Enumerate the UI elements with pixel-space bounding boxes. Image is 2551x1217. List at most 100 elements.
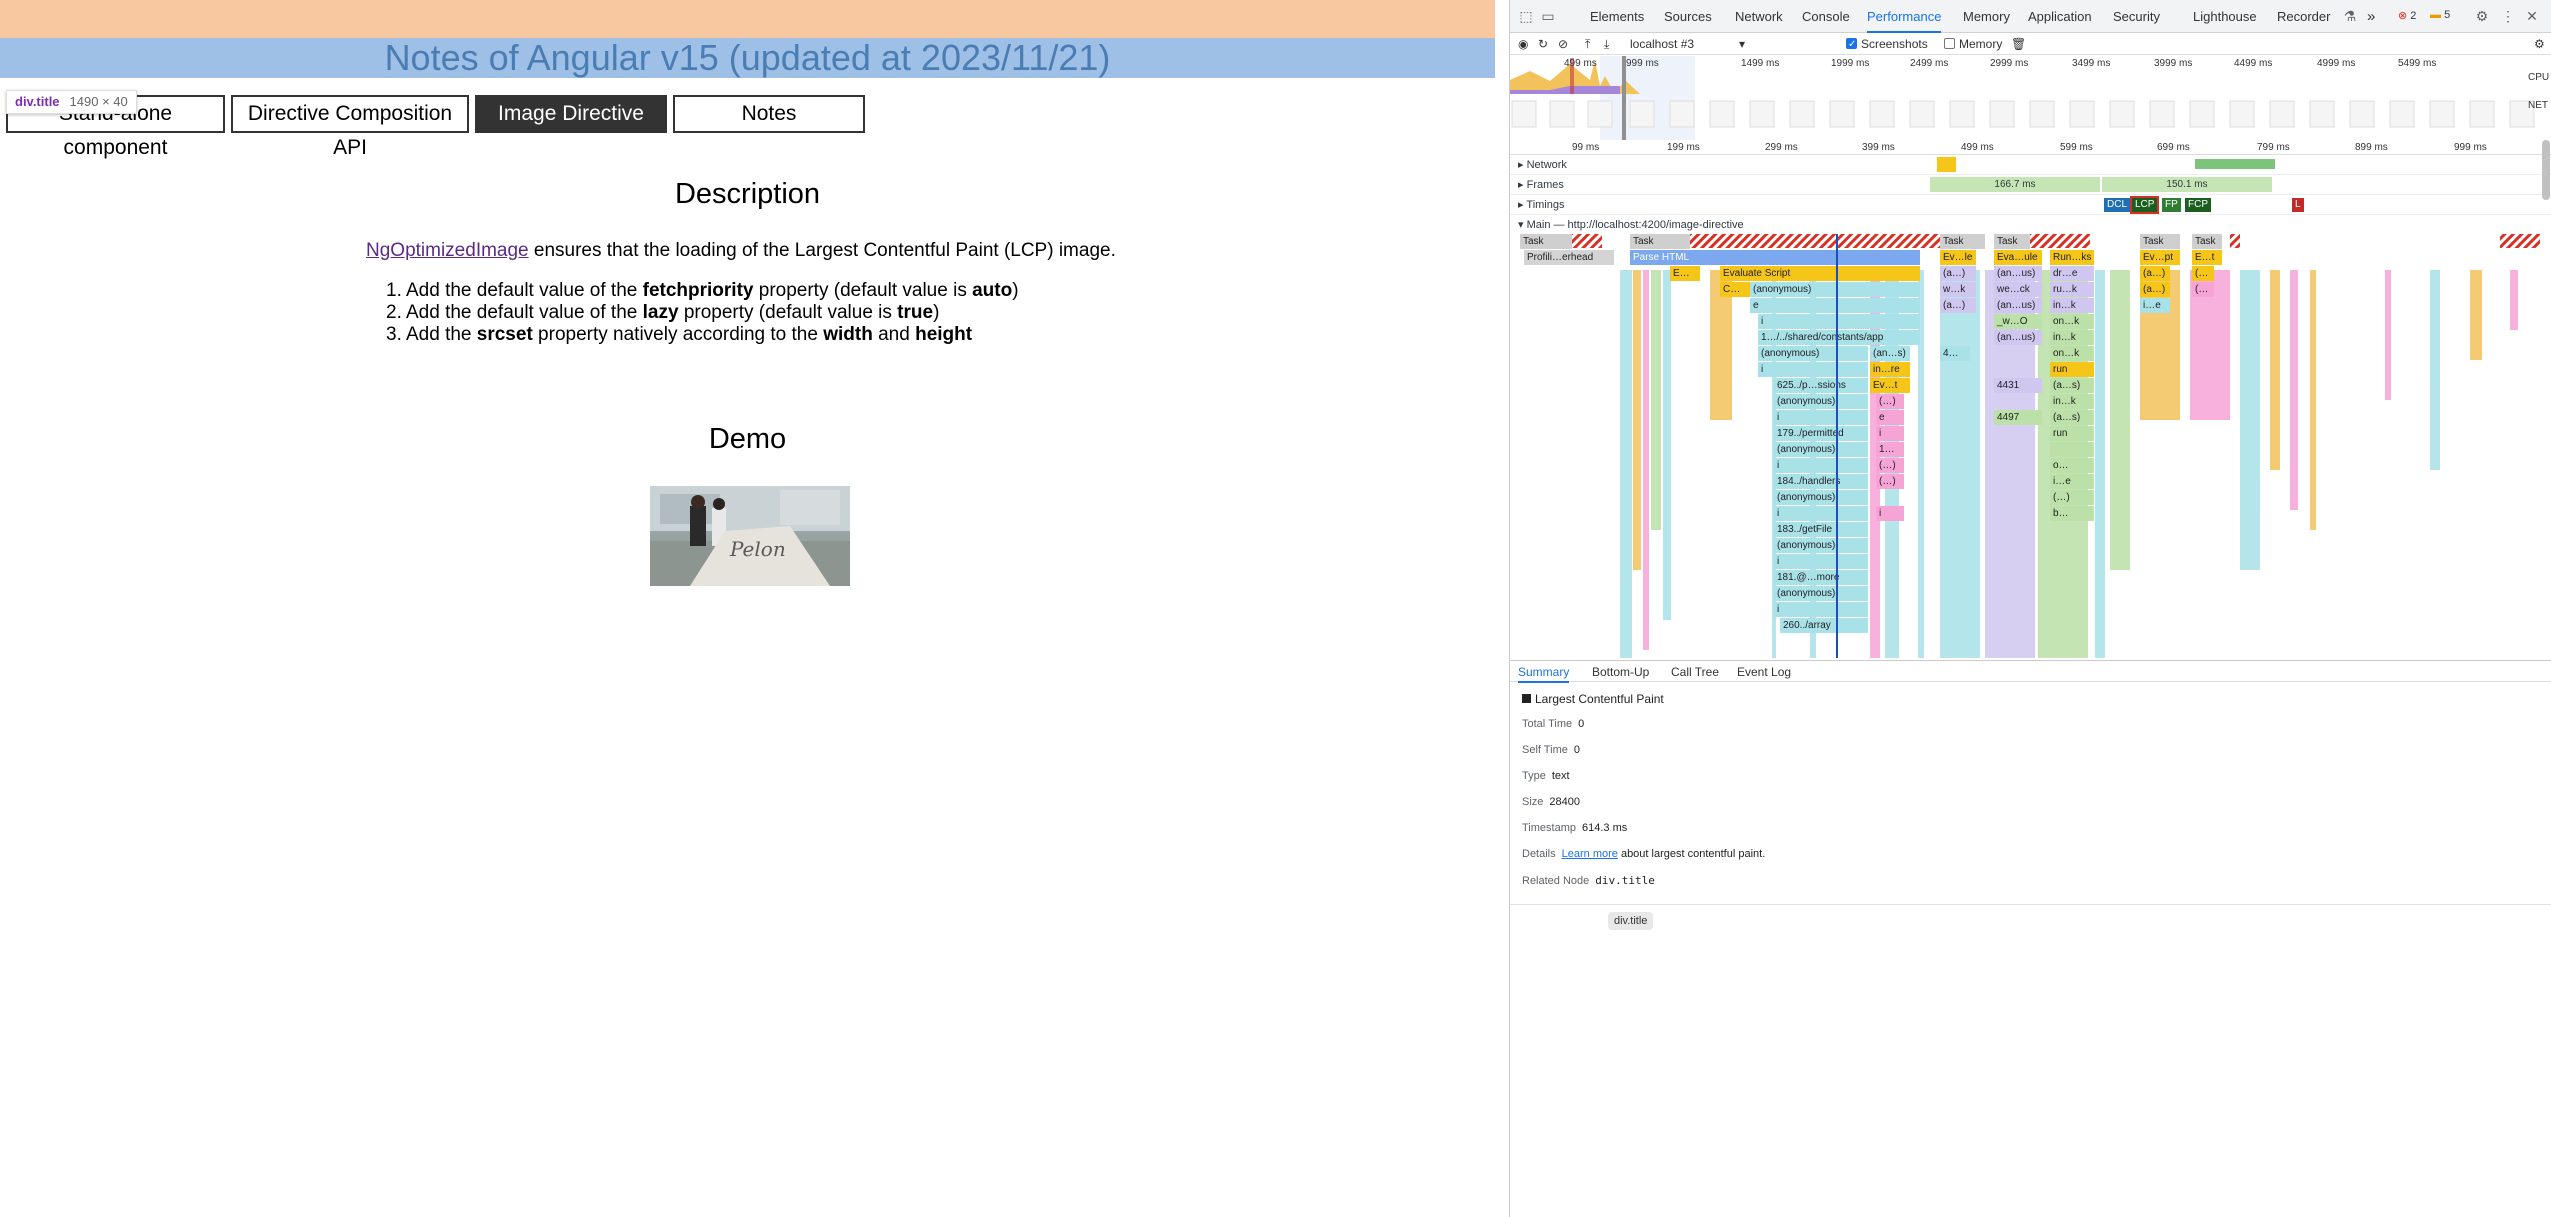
flame-entry[interactable]: (a…s) xyxy=(2050,410,2094,425)
flame-entry[interactable]: 625../p…ssions xyxy=(1774,378,1868,393)
flame-entry[interactable]: dr…e xyxy=(2050,266,2094,281)
flame-entry[interactable] xyxy=(2050,442,2094,457)
more-tabs-button[interactable]: » xyxy=(2367,0,2375,33)
flame-entry[interactable]: b… xyxy=(2050,506,2094,521)
flame-entry[interactable]: i xyxy=(1876,426,1904,441)
flame-entry[interactable]: 260../array xyxy=(1780,618,1868,633)
related-node-link[interactable]: div.title xyxy=(1595,874,1655,887)
flame-entry[interactable]: i xyxy=(1876,506,1904,521)
flame-task[interactable]: Task xyxy=(1994,234,2030,249)
target-select[interactable]: localhost #3 ▾ xyxy=(1630,36,1745,52)
flame-entry[interactable]: 179../permitted xyxy=(1774,426,1868,441)
device-toolbar-icon[interactable]: ▭ xyxy=(1540,8,1556,24)
flame-task[interactable]: Task xyxy=(1630,234,1690,249)
flame-evaluate-script[interactable]: Evaluate Script xyxy=(1720,266,1920,281)
ngoptimizedimage-link[interactable]: NgOptimizedImage xyxy=(366,240,529,261)
flame-entry[interactable]: i xyxy=(1774,410,1868,425)
learn-more-link[interactable]: Learn more xyxy=(1562,848,1618,860)
flame-entry[interactable]: i xyxy=(1758,362,1868,377)
flame-task[interactable]: Task xyxy=(1940,234,1985,249)
flame-anonymous[interactable]: (anonymous) xyxy=(1774,394,1868,409)
tab-lighthouse[interactable]: Lighthouse xyxy=(2193,0,2257,33)
tab-call-tree[interactable]: Call Tree xyxy=(1671,661,1719,683)
tab-event-log[interactable]: Event Log xyxy=(1737,661,1791,683)
flame-entry[interactable]: on…k xyxy=(2050,346,2094,361)
tab-directive-composition-api[interactable]: Directive Composition API xyxy=(231,95,469,159)
tab-recorder[interactable]: Recorder xyxy=(2277,0,2330,33)
inspect-element-icon[interactable]: ⬚ xyxy=(1518,8,1534,24)
flame-entry[interactable]: Run…ks xyxy=(2050,250,2094,265)
main-flame-chart[interactable]: Task Task Task Task Task Task Profili…er… xyxy=(1510,234,2551,658)
flame-entry[interactable]: w…k xyxy=(1940,282,1976,297)
flame-entry[interactable]: E… xyxy=(1670,266,1700,281)
load-marker[interactable]: L xyxy=(2292,198,2304,212)
tab-application[interactable]: Application xyxy=(2028,0,2092,33)
flame-entry[interactable]: (a…s) xyxy=(2050,378,2094,393)
flame-entry[interactable]: C… xyxy=(1720,282,1750,297)
flame-entry[interactable]: (an…s) xyxy=(1870,346,1910,361)
flame-entry[interactable]: Ev…pt xyxy=(2140,250,2180,265)
tab-network[interactable]: Network xyxy=(1735,0,1783,33)
clear-icon[interactable]: ⊘ xyxy=(1558,36,1568,52)
close-icon[interactable]: ✕ xyxy=(2524,8,2540,24)
tab-security[interactable]: Security xyxy=(2113,0,2160,33)
flame-entry[interactable]: 1…/../shared/constants/app xyxy=(1758,330,1920,345)
fcp-marker[interactable]: FCP xyxy=(2185,198,2211,212)
flame-entry[interactable]: (…) xyxy=(1876,474,1904,489)
flame-task[interactable]: Task xyxy=(2140,234,2180,249)
trash-icon[interactable]: 🗑 xyxy=(2011,36,2026,52)
flame-anonymous[interactable]: (anonymous) xyxy=(1750,282,1920,297)
kebab-menu-icon[interactable]: ⋮ xyxy=(2500,8,2516,24)
reload-record-icon[interactable]: ↻ xyxy=(1538,36,1548,52)
settings-gear-icon[interactable]: ⚙ xyxy=(2474,8,2490,24)
flame-entry[interactable]: we…ck xyxy=(1994,282,2042,297)
flame-entry[interactable]: (an…us) xyxy=(1994,266,2042,281)
flame-entry[interactable]: i xyxy=(1774,506,1868,521)
flame-entry[interactable]: 181.@…more xyxy=(1774,570,1868,585)
flame-parse-html[interactable]: Parse HTML xyxy=(1630,250,1920,265)
lcp-marker[interactable]: LCP xyxy=(2129,196,2160,214)
tab-bottom-up[interactable]: Bottom-Up xyxy=(1592,661,1649,683)
flame-task[interactable]: Task xyxy=(1520,234,1572,249)
flame-entry[interactable]: i…e xyxy=(2050,474,2094,489)
flame-entry[interactable]: i xyxy=(1774,554,1868,569)
flame-entry[interactable]: (…) xyxy=(1876,394,1904,409)
dcl-marker[interactable]: DCL xyxy=(2104,198,2131,212)
flame-entry[interactable]: (… xyxy=(2192,282,2214,297)
record-icon[interactable]: ◉ xyxy=(1518,36,1528,52)
warnings-badge[interactable]: ▬ 5 xyxy=(2430,9,2450,21)
flame-anonymous[interactable]: (anonymous) xyxy=(1774,442,1868,457)
flame-entry[interactable]: on…k xyxy=(2050,314,2094,329)
flame-entry[interactable]: Eva…ule xyxy=(1994,250,2042,265)
tab-performance[interactable]: Performance xyxy=(1867,0,1942,33)
tab-memory[interactable]: Memory xyxy=(1963,0,2010,33)
flame-entry[interactable]: i xyxy=(1758,314,1920,329)
tab-elements[interactable]: Elements xyxy=(1590,0,1644,33)
flame-entry[interactable]: Ev…t xyxy=(1870,378,1910,393)
flame-entry[interactable]: (…) xyxy=(1876,458,1904,473)
timeline-overview[interactable]: 499 ms 999 ms 1499 ms 1999 ms 2499 ms 29… xyxy=(1510,56,2551,140)
screenshots-checkbox[interactable]: Screenshots xyxy=(1846,36,1928,53)
flame-entry[interactable]: 184../handlers xyxy=(1774,474,1868,489)
flame-entry[interactable]: (a…) xyxy=(1940,298,1976,313)
flame-entry[interactable]: in…k xyxy=(2050,394,2094,409)
flame-entry[interactable]: ru…k xyxy=(2050,282,2094,297)
upload-icon[interactable]: ⤒ xyxy=(1585,36,1590,52)
flame-entry[interactable]: 1… xyxy=(1876,442,1904,457)
flame-entry[interactable]: o… xyxy=(2050,458,2094,473)
flame-entry[interactable]: in…k xyxy=(2050,330,2094,345)
flame-entry[interactable]: (a…) xyxy=(1940,266,1976,281)
flame-entry[interactable]: 4431 xyxy=(1994,378,2042,393)
tab-summary[interactable]: Summary xyxy=(1518,661,1570,683)
flame-entry[interactable]: i xyxy=(1774,458,1868,473)
fp-marker[interactable]: FP xyxy=(2162,198,2181,212)
flame-entry[interactable]: E…t xyxy=(2192,250,2222,265)
flame-entry[interactable]: (…) xyxy=(2050,490,2094,505)
flame-entry[interactable]: e xyxy=(1750,298,1920,313)
tab-console[interactable]: Console xyxy=(1802,0,1850,33)
flame-entry[interactable]: run xyxy=(2050,426,2094,441)
flame-entry[interactable]: i xyxy=(1774,602,1868,617)
flame-entry[interactable]: (… xyxy=(2192,266,2214,281)
download-icon[interactable]: ⤓ xyxy=(1604,36,1609,52)
flame-entry[interactable]: e xyxy=(1876,410,1904,425)
